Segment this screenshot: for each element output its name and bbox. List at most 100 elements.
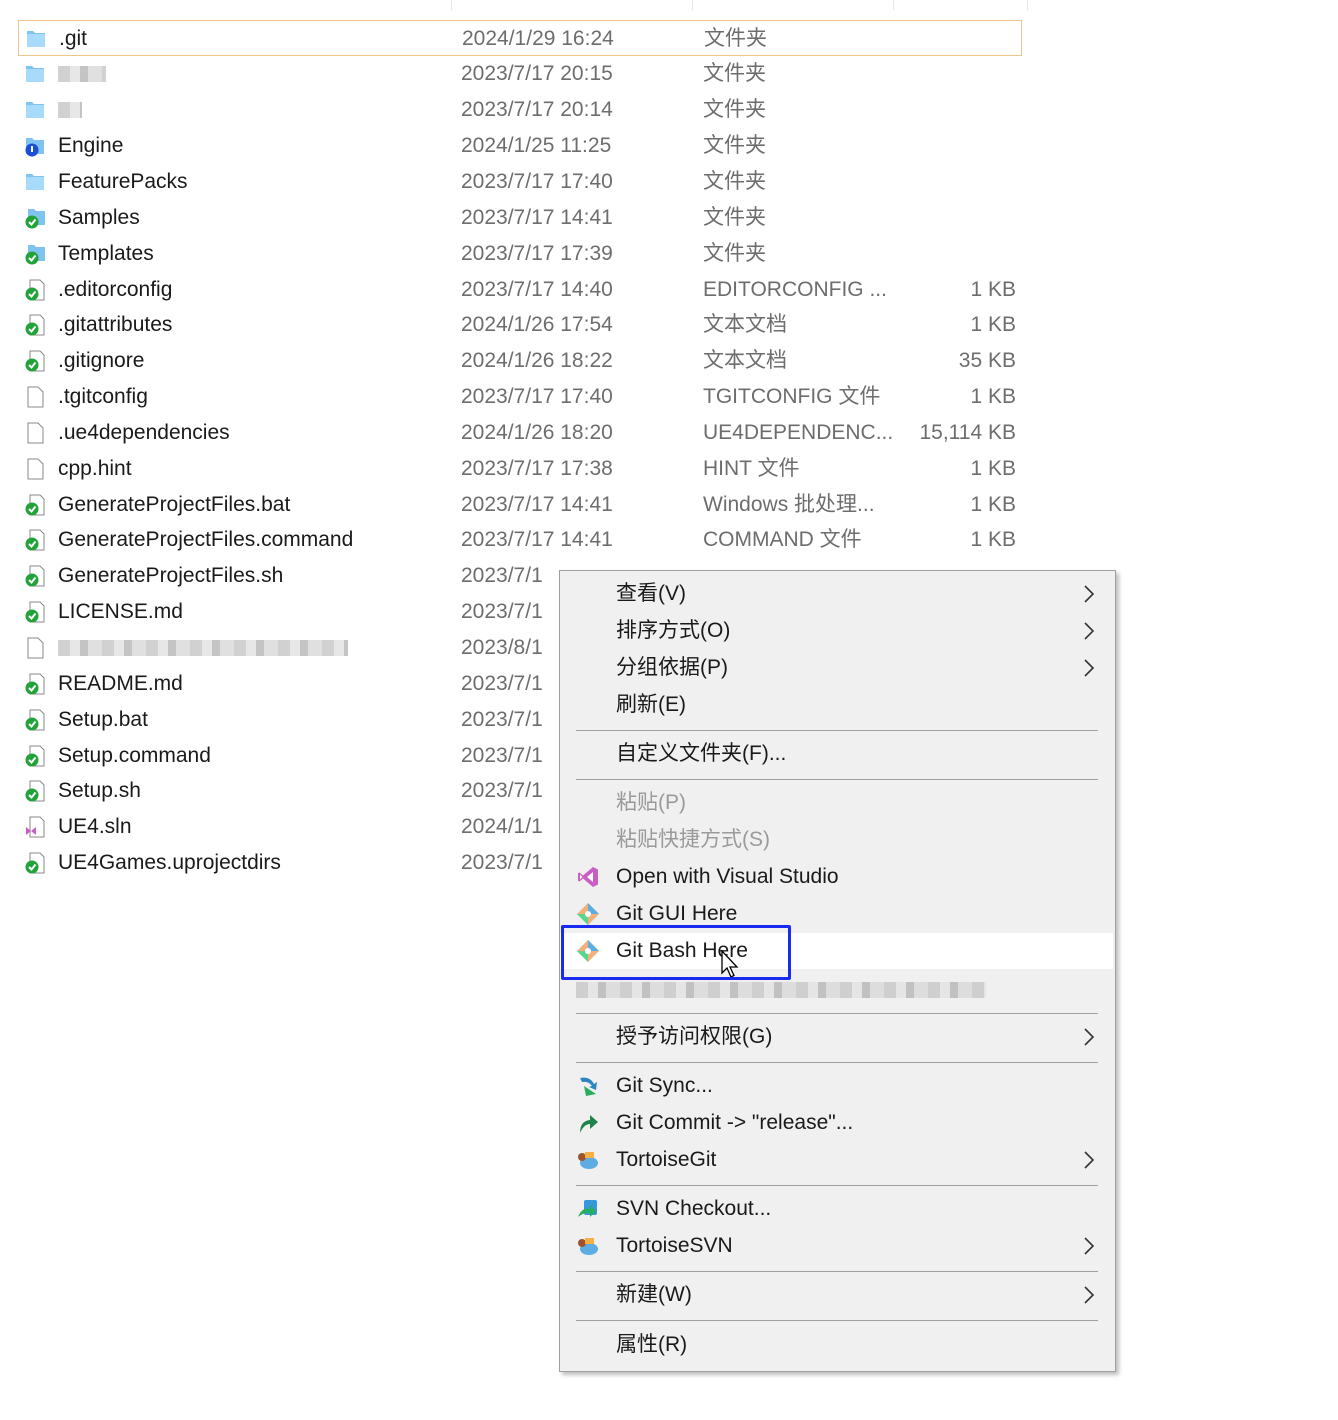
- file-date-modified: 2024/1/29 16:24: [462, 27, 614, 50]
- menu-item-refresh[interactable]: 刷新(E): [560, 687, 1113, 723]
- menu-item-paste[interactable]: 粘贴(P): [560, 785, 1113, 821]
- file-name: GenerateProjectFiles.command: [58, 528, 354, 551]
- column-separator[interactable]: [893, 0, 894, 10]
- file-ok-icon: [24, 565, 46, 587]
- file-row[interactable]: .gitignore 2024/1/26 18:22 文本文档 35 KB: [18, 343, 1022, 379]
- file-date-modified: 2023/7/17 14:41: [461, 528, 613, 551]
- file-size: [906, 236, 1016, 272]
- file-ok-icon: [24, 314, 46, 336]
- file-name: GenerateProjectFiles.bat: [58, 493, 291, 516]
- menu-item-git-commit[interactable]: Git Commit -> "release"...: [560, 1105, 1113, 1141]
- file-row[interactable]: Templates 2023/7/17 17:39 文件夹: [18, 236, 1022, 272]
- file-row[interactable]: .gitattributes 2024/1/26 17:54 文本文档 1 KB: [18, 307, 1022, 343]
- file-date-modified: 2023/7/17 17:40: [461, 170, 613, 193]
- menu-item-git-sync[interactable]: Git Sync...: [560, 1068, 1113, 1104]
- menu-item-open-visual-studio[interactable]: Open with Visual Studio: [560, 859, 1113, 895]
- menu-item-customize-folder[interactable]: 自定义文件夹(F)...: [560, 736, 1113, 772]
- menu-separator: [576, 1271, 1098, 1272]
- file-ok-icon: [24, 279, 46, 301]
- file-date-modified: 2024/1/26 17:54: [461, 313, 613, 336]
- file-name: .gitignore: [58, 349, 145, 372]
- chevron-right-icon: [1084, 585, 1095, 603]
- file-name: cpp.hint: [58, 457, 132, 480]
- file-name: LICENSE.md: [58, 600, 183, 623]
- file-type: EDITORCONFIG ...: [703, 278, 887, 301]
- menu-item-label: 新建(W): [616, 1283, 692, 1306]
- redacted-file-name: [58, 640, 348, 656]
- file-row[interactable]: GenerateProjectFiles.command 2023/7/17 14…: [18, 522, 1022, 558]
- file-name: Setup.bat: [58, 708, 148, 731]
- file-name: .editorconfig: [58, 278, 173, 301]
- file-row[interactable]: cpp.hint 2023/7/17 17:38 HINT 文件 1 KB: [18, 451, 1022, 487]
- visual-studio-icon: [578, 867, 598, 887]
- menu-item-label: 自定义文件夹(F)...: [616, 742, 787, 765]
- file-size: 1 KB: [970, 493, 1016, 516]
- file-name: Setup.command: [58, 744, 211, 767]
- file-date-modified: 2023/7/17 17:39: [461, 242, 613, 265]
- menu-item-view[interactable]: 查看(V): [560, 576, 1113, 612]
- file-type: COMMAND 文件: [703, 528, 862, 551]
- menu-item-label: 属性(R): [616, 1333, 688, 1356]
- file-type: UE4DEPENDENC...: [703, 421, 894, 444]
- file-date-modified: 2023/7/17 17:38: [461, 457, 613, 480]
- file-ok-icon: [24, 852, 46, 874]
- folder-icon: [24, 99, 46, 121]
- file-name: .tgitconfig: [58, 385, 148, 408]
- file-type: TGITCONFIG 文件: [703, 385, 881, 408]
- file-size: [907, 21, 1017, 57]
- file-date-modified: 2023/7/17 17:40: [461, 385, 613, 408]
- menu-separator: [576, 779, 1098, 780]
- file-ok-icon: [24, 601, 46, 623]
- file-size: [906, 164, 1016, 200]
- file-row[interactable]: Engine 2024/1/25 11:25 文件夹: [18, 128, 1022, 164]
- menu-item-tortoisesvn[interactable]: TortoiseSVN: [560, 1228, 1113, 1264]
- menu-item-tortoisegit[interactable]: TortoiseGit: [560, 1142, 1113, 1178]
- file-row[interactable]: 2023/7/17 20:15 文件夹: [18, 56, 1022, 92]
- menu-item-sort[interactable]: 排序方式(O): [560, 613, 1113, 649]
- file-row[interactable]: FeaturePacks 2023/7/17 17:40 文件夹: [18, 164, 1022, 200]
- menu-item-label: Git Sync...: [616, 1074, 713, 1097]
- redacted-file-name: [58, 66, 106, 82]
- menu-item-label: 粘贴(P): [616, 791, 686, 814]
- menu-item-grant-access[interactable]: 授予访问权限(G): [560, 1019, 1113, 1055]
- file-name: UE4Games.uprojectdirs: [58, 851, 281, 874]
- file-row[interactable]: .ue4dependencies 2024/1/26 18:20 UE4DEPEND…: [18, 415, 1022, 451]
- column-separator[interactable]: [1027, 0, 1028, 10]
- file-type: HINT 文件: [703, 457, 800, 480]
- file-date-modified: 2023/7/17 14:40: [461, 278, 613, 301]
- file-size: [906, 200, 1016, 236]
- file-row[interactable]: .editorconfig 2023/7/17 14:40 EDITORCONFIG…: [18, 272, 1022, 308]
- file-row[interactable]: Samples 2023/7/17 14:41 文件夹: [18, 200, 1022, 236]
- menu-item-new[interactable]: 新建(W): [560, 1277, 1113, 1313]
- highlight-annotation-box: [561, 925, 791, 980]
- file-row[interactable]: .tgitconfig 2023/7/17 17:40 TGITCONFIG 文件 1…: [18, 379, 1022, 415]
- file-size: 1 KB: [970, 528, 1016, 551]
- column-separator[interactable]: [451, 0, 452, 10]
- file-size: 1 KB: [970, 313, 1016, 336]
- file-row[interactable]: .git 2024/1/29 16:24 文件夹: [18, 20, 1022, 56]
- redacted-menu-item: [576, 982, 986, 998]
- chevron-right-icon: [1084, 659, 1095, 677]
- file-ok-icon: [24, 529, 46, 551]
- column-separator[interactable]: [692, 0, 693, 10]
- menu-item-group[interactable]: 分组依据(P): [560, 650, 1113, 686]
- file-ok-icon: [24, 494, 46, 516]
- folder-icon: [24, 171, 46, 193]
- file-row[interactable]: GenerateProjectFiles.bat 2023/7/17 14:41 W…: [18, 487, 1022, 523]
- file-type: 文件夹: [703, 98, 766, 121]
- file-size: 1 KB: [970, 278, 1016, 301]
- menu-separator: [576, 1062, 1098, 1063]
- file-ok-icon: [24, 673, 46, 695]
- menu-separator: [576, 1185, 1098, 1186]
- file-date-modified: 2024/1/25 11:25: [461, 134, 612, 157]
- menu-item-paste-shortcut[interactable]: 粘贴快捷方式(S): [560, 822, 1113, 858]
- menu-separator: [576, 1013, 1098, 1014]
- folder-icon: [25, 28, 47, 50]
- folder-ok-icon: [24, 207, 46, 229]
- file-size: 1 KB: [970, 385, 1016, 408]
- file-row[interactable]: 2023/7/17 20:14 文件夹: [18, 92, 1022, 128]
- menu-item-svn-checkout[interactable]: SVN Checkout...: [560, 1191, 1113, 1227]
- file-date-modified: 2023/7/17 14:41: [461, 493, 613, 516]
- menu-item-label: 排序方式(O): [616, 619, 731, 642]
- menu-item-properties[interactable]: 属性(R): [560, 1327, 1113, 1363]
